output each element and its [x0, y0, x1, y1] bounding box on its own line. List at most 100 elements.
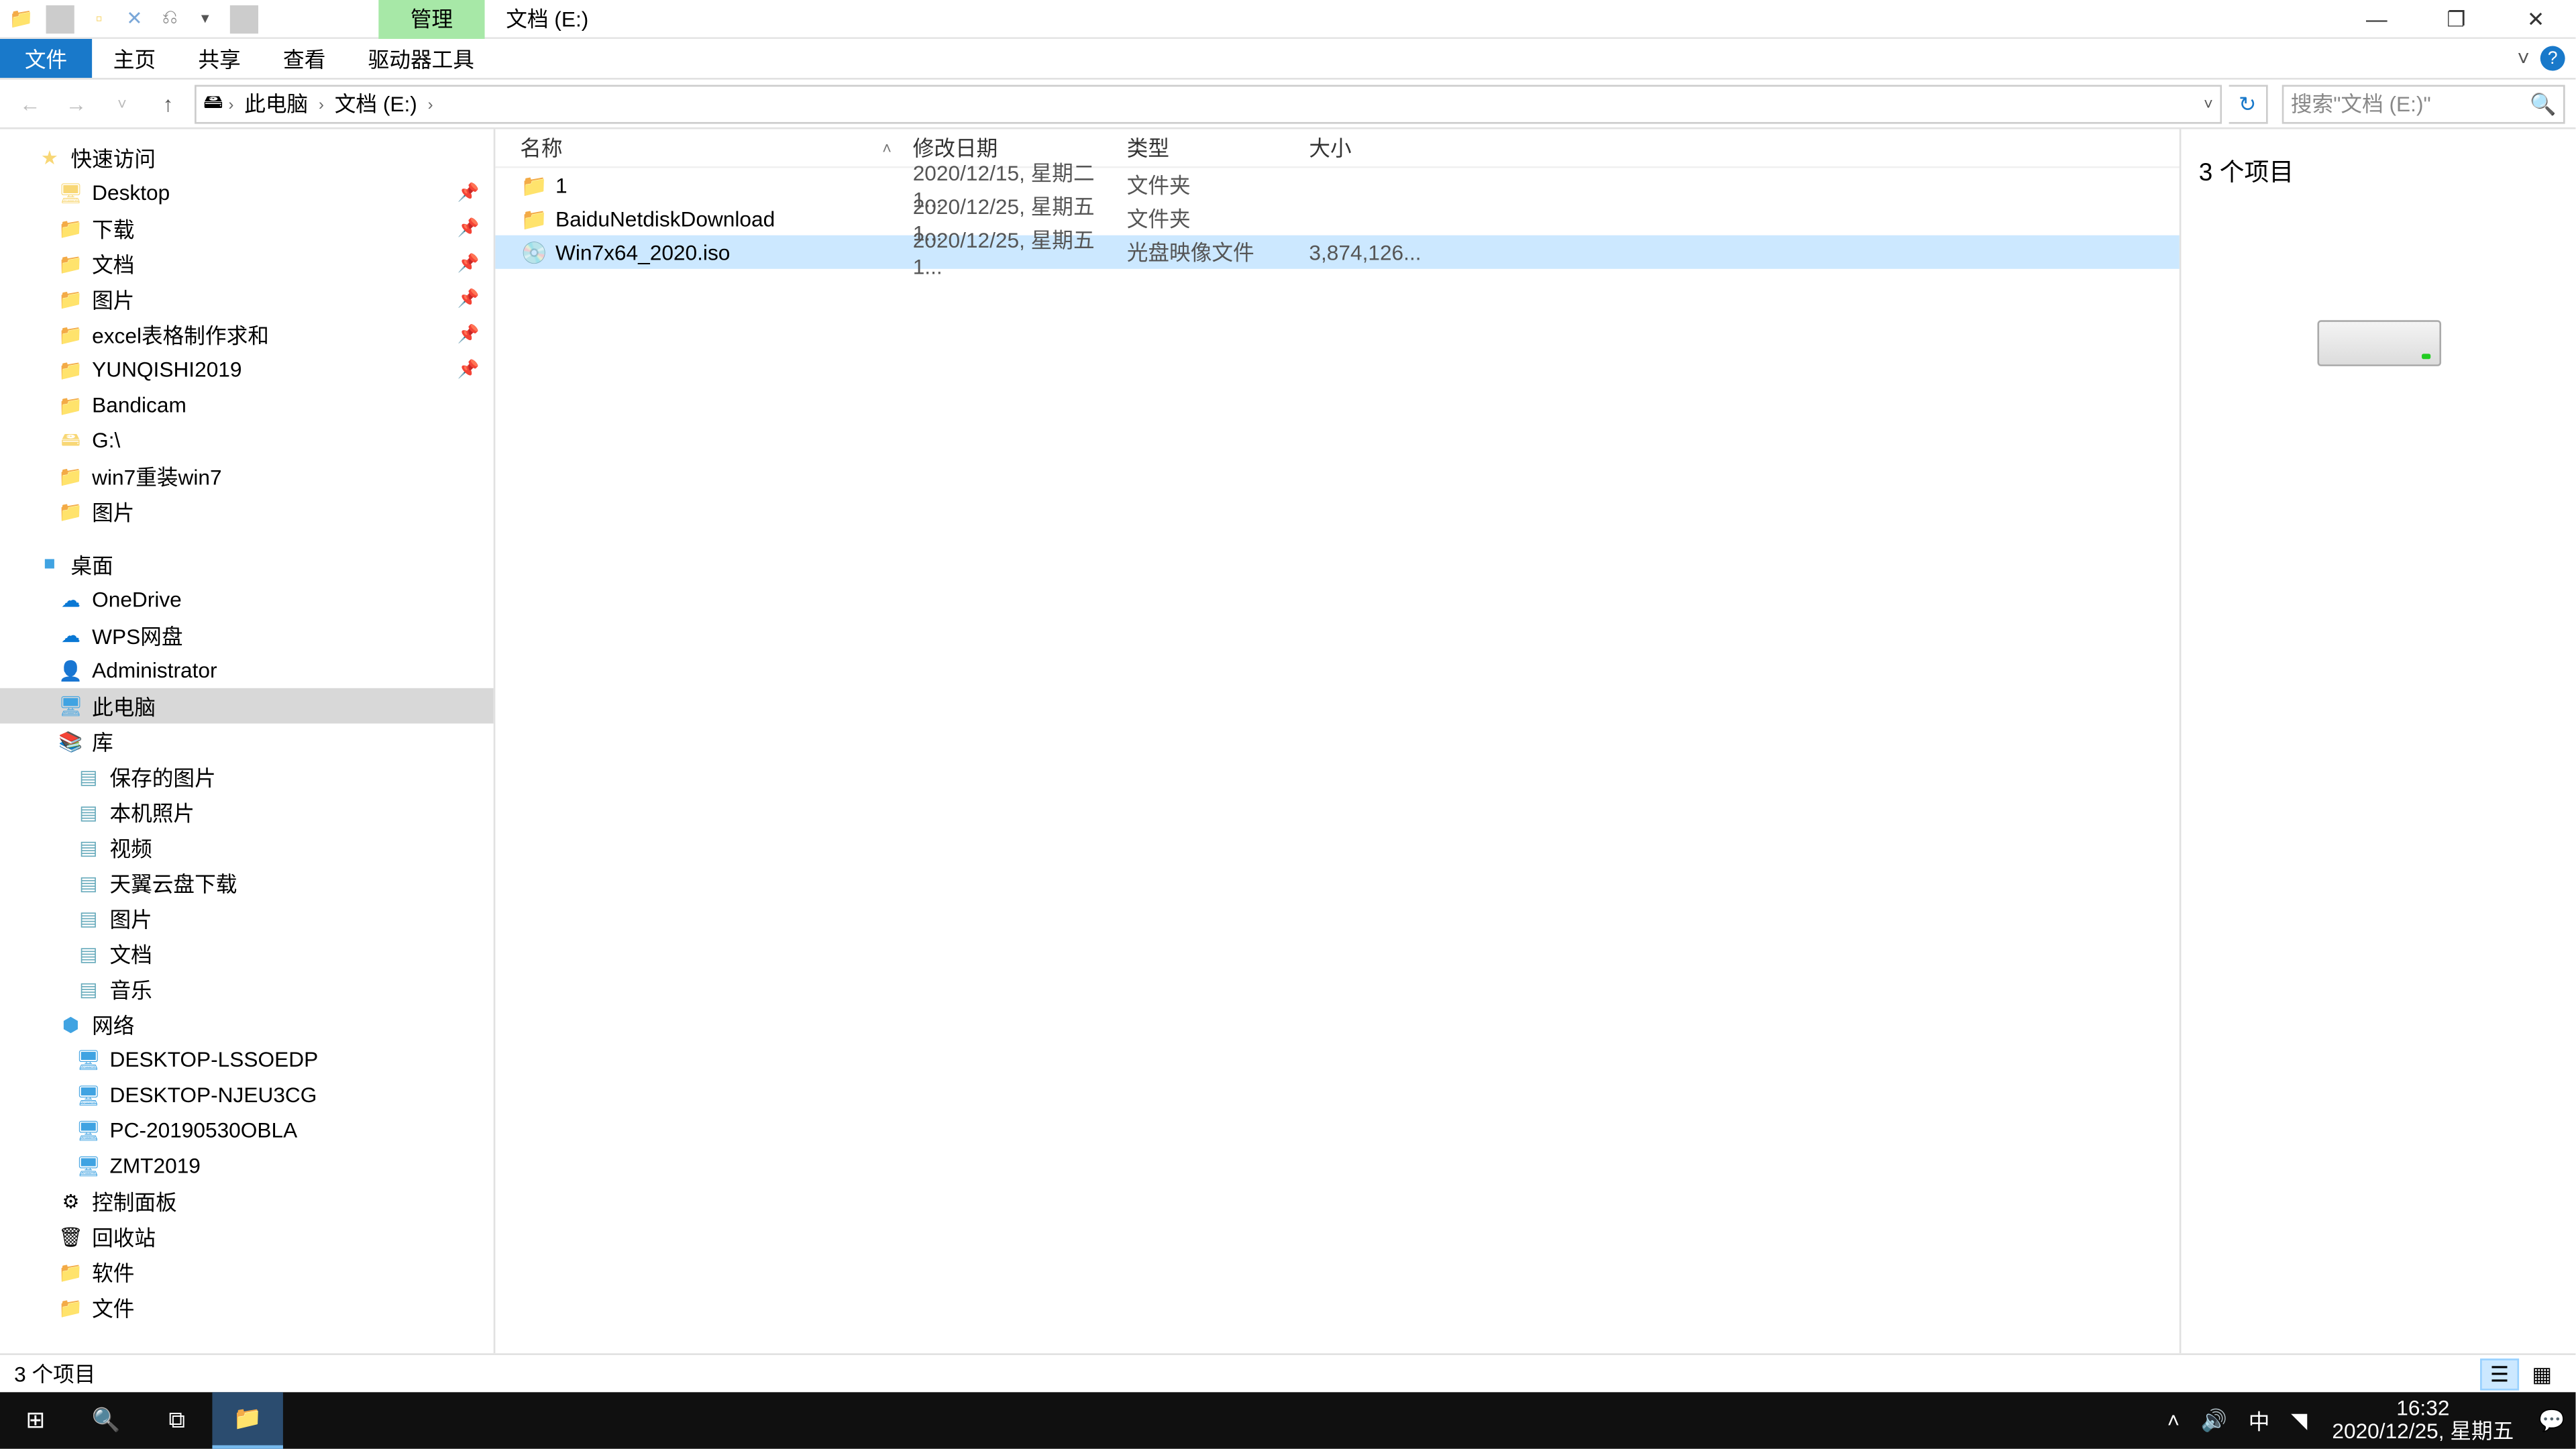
drive-icon — [2316, 295, 2440, 366]
address-dropdown-icon[interactable]: ˅ — [2204, 95, 2213, 112]
tray-app-icon[interactable]: ◥ — [2280, 1392, 2318, 1448]
search-placeholder: 搜索"文档 (E:)" — [2291, 89, 2431, 119]
nav-qa-item[interactable]: 📁Bandicam — [0, 388, 494, 423]
nav-label: DESKTOP-NJEU3CG — [109, 1083, 317, 1108]
pin-icon: 📌 — [458, 254, 480, 273]
tab-file[interactable]: 文件 — [0, 39, 92, 78]
nav-extra-item[interactable]: 🗑回收站 — [0, 1219, 494, 1254]
refresh-button[interactable]: ↻ — [2229, 84, 2268, 123]
file-size: 3,874,126... — [1309, 239, 1415, 264]
nav-desktop-item[interactable]: 👤Administrator — [0, 653, 494, 688]
nav-net-item[interactable]: 🖥ZMT2019 — [0, 1148, 494, 1183]
file-row[interactable]: 📁BaiduNetdiskDownload2020/12/25, 星期五 1..… — [495, 202, 2179, 235]
file-type: 文件夹 — [1127, 170, 1309, 200]
clock[interactable]: 16:32 2020/12/25, 星期五 — [2318, 1397, 2528, 1444]
nav-desktop-item[interactable]: ☁OneDrive — [0, 582, 494, 618]
nav-qa-item[interactable]: 📁图片 — [0, 494, 494, 529]
tray-overflow-icon[interactable]: ˄ — [2157, 1392, 2190, 1448]
nav-qa-item[interactable]: 🖴G:\ — [0, 423, 494, 458]
close-button[interactable]: ✕ — [2496, 0, 2576, 38]
chevron-right-icon[interactable]: › — [317, 95, 325, 112]
nav-qa-item[interactable]: 📁win7重装win7 — [0, 458, 494, 494]
help-icon[interactable]: ? — [2540, 46, 2565, 71]
nav-label: G:\ — [92, 428, 120, 453]
qat-delete-icon[interactable]: ⎌ — [156, 5, 184, 33]
forward-button[interactable]: → — [56, 84, 95, 123]
nav-qa-item[interactable]: 📁excel表格制作求和📌 — [0, 317, 494, 352]
tab-home[interactable]: 主页 — [92, 39, 177, 78]
nav-net-item[interactable]: 🖥DESKTOP-LSSOEDP — [0, 1042, 494, 1077]
nav-net-item[interactable]: 🖥PC-20190530OBLA — [0, 1113, 494, 1148]
nav-desktop-item[interactable]: 🖥此电脑 — [0, 688, 494, 724]
task-view-button[interactable]: ⧉ — [142, 1392, 212, 1448]
search-input[interactable]: 搜索"文档 (E:)" 🔍 — [2282, 84, 2565, 123]
start-button[interactable]: ⊞ — [0, 1392, 70, 1448]
breadcrumb-this-pc[interactable]: 此电脑 — [239, 89, 313, 119]
nav-label: 图片 — [109, 903, 152, 933]
app-icon: 📁 — [7, 5, 36, 33]
nav-qa-item[interactable]: 📁YUNQISHI2019📌 — [0, 352, 494, 388]
nav-lib-item[interactable]: ▤保存的图片 — [0, 759, 494, 794]
tab-view[interactable]: 查看 — [262, 39, 347, 78]
up-button[interactable]: ↑ — [149, 84, 188, 123]
nav-desktop[interactable]: ■ 桌面 — [0, 547, 494, 582]
nav-qa-item[interactable]: 📁文档📌 — [0, 246, 494, 282]
nav-lib-item[interactable]: ▤音乐 — [0, 971, 494, 1007]
qat-new-icon[interactable]: ✕ — [120, 5, 148, 33]
chevron-right-icon[interactable]: › — [227, 95, 235, 112]
nav-extra-item[interactable]: ⚙控制面板 — [0, 1183, 494, 1219]
sort-ascending-icon: ˄ — [882, 139, 892, 156]
chevron-right-icon[interactable]: › — [426, 95, 435, 112]
title-location: 文档 (E:) — [485, 0, 610, 38]
nav-qa-item[interactable]: 📁图片📌 — [0, 281, 494, 317]
tab-share[interactable]: 共享 — [177, 39, 262, 78]
recent-dropdown[interactable]: ˅ — [103, 84, 142, 123]
nav-lib-item[interactable]: ▤本机照片 — [0, 794, 494, 830]
nav-extra-item[interactable]: 📁软件 — [0, 1254, 494, 1290]
nav-qa-item[interactable]: 🖥Desktop📌 — [0, 175, 494, 211]
nav-label: 软件 — [92, 1257, 134, 1287]
column-size[interactable]: 大小 — [1309, 133, 1415, 163]
minimize-button[interactable]: — — [2337, 0, 2416, 38]
back-button[interactable]: ← — [11, 84, 50, 123]
nav-network[interactable]: ⬢ 网络 — [0, 1006, 494, 1042]
nav-label: PC-20190530OBLA — [109, 1118, 297, 1143]
view-details-button[interactable]: ☰ — [2480, 1358, 2519, 1389]
view-thumbnails-button[interactable]: ▦ — [2522, 1358, 2561, 1389]
nav-lib-item[interactable]: ▤天翼云盘下载 — [0, 865, 494, 900]
nav-extra-item[interactable]: 📁文件 — [0, 1289, 494, 1325]
taskbar-explorer[interactable]: 📁 — [212, 1392, 282, 1448]
nav-desktop-item[interactable]: ☁WPS网盘 — [0, 617, 494, 653]
nav-lib-item[interactable]: ▤图片 — [0, 900, 494, 936]
breadcrumb-drive[interactable]: 文档 (E:) — [329, 89, 423, 119]
ime-indicator[interactable]: 中 — [2238, 1392, 2280, 1448]
tab-drive-tools[interactable]: 驱动器工具 — [347, 39, 496, 78]
nav-lib-item[interactable]: ▤视频 — [0, 830, 494, 865]
search-button[interactable]: 🔍 — [70, 1392, 141, 1448]
volume-icon[interactable]: 🔊 — [2190, 1392, 2238, 1448]
cpl-icon: ⚙ — [56, 1187, 85, 1215]
qat-dropdown-icon[interactable]: ▾ — [191, 5, 219, 33]
computer-icon: 🖥 — [74, 1081, 103, 1109]
nav-quick-access[interactable]: ★ 快速访问 — [0, 140, 494, 175]
nav-desktop-item[interactable]: 📚库 — [0, 724, 494, 759]
column-type[interactable]: 类型 — [1127, 133, 1309, 163]
nav-qa-item[interactable]: 📁下载📌 — [0, 211, 494, 246]
file-row[interactable]: 📁12020/12/15, 星期二 1...文件夹 — [495, 168, 2179, 202]
address-bar[interactable]: 🖴 › 此电脑 › 文档 (E:) › ˅ — [195, 84, 2222, 123]
nav-net-item[interactable]: 🖥DESKTOP-NJEU3CG — [0, 1077, 494, 1113]
nav-label: 保存的图片 — [109, 761, 215, 792]
nav-lib-item[interactable]: ▤文档 — [0, 936, 494, 971]
file-row[interactable]: 💿Win7x64_2020.iso2020/12/25, 星期五 1...光盘映… — [495, 235, 2179, 269]
column-name[interactable]: 名称 ˄ — [520, 133, 912, 163]
desktop-icon: ■ — [36, 550, 64, 578]
context-tab-manage[interactable]: 管理 — [378, 0, 484, 38]
qat-properties-icon[interactable]: ▫ — [85, 5, 113, 33]
separator — [46, 5, 74, 33]
maximize-button[interactable]: ❐ — [2416, 0, 2496, 38]
library-icon: ▤ — [74, 869, 103, 897]
nav-label: 下载 — [92, 213, 134, 244]
file-date: 2020/12/25, 星期五 1... — [913, 225, 1127, 280]
ribbon-collapse-icon[interactable]: ˅ — [2517, 46, 2530, 71]
action-center-icon[interactable]: 💬 — [2528, 1392, 2575, 1448]
